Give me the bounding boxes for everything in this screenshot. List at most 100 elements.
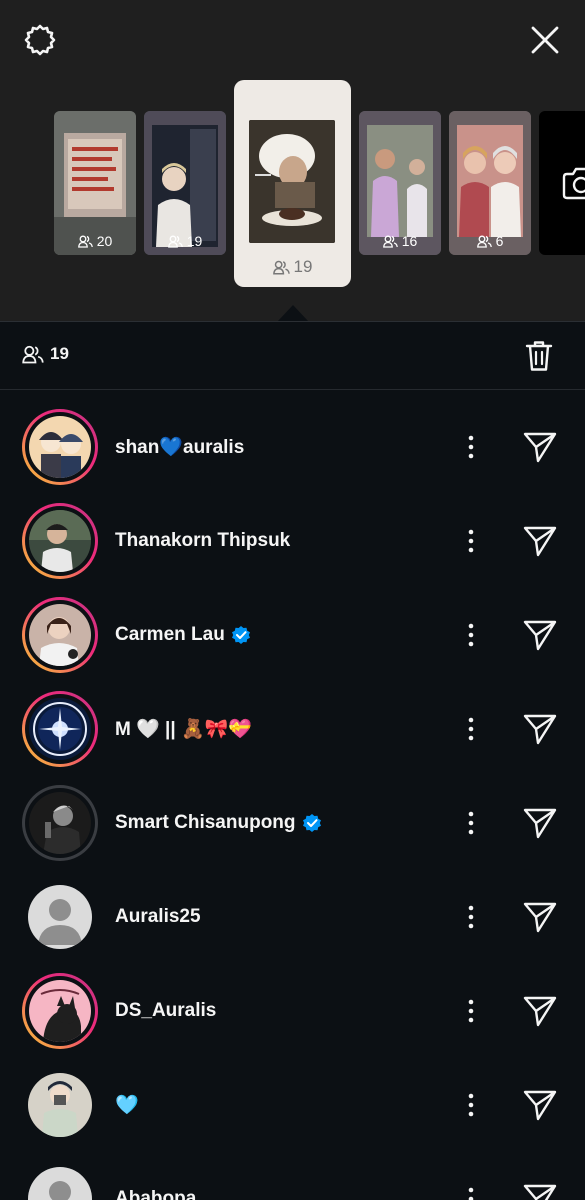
viewer-row[interactable]: Ababopa xyxy=(0,1152,585,1200)
avatar[interactable] xyxy=(22,785,98,861)
viewer-row[interactable]: shan💙auralis xyxy=(0,400,585,494)
username[interactable]: Smart Chisanupong xyxy=(115,776,322,870)
people-icon xyxy=(77,235,93,248)
username-text: M 🤍 || 🧸🎀💝 xyxy=(115,719,252,740)
username[interactable]: Auralis25 xyxy=(115,870,201,964)
add-story-button[interactable] xyxy=(539,111,585,255)
close-icon xyxy=(531,26,559,54)
more-vertical-icon xyxy=(468,529,474,553)
more-options-button[interactable] xyxy=(459,1083,483,1127)
more-vertical-icon xyxy=(468,999,474,1023)
username[interactable]: Ababopa xyxy=(115,1152,196,1200)
username[interactable]: M 🤍 || 🧸🎀💝 xyxy=(115,682,252,776)
username-text: Ababopa xyxy=(115,1188,197,1200)
avatar[interactable] xyxy=(22,1067,98,1143)
delete-story-button[interactable] xyxy=(517,334,561,378)
send-message-button[interactable] xyxy=(518,707,562,751)
people-icon xyxy=(167,235,183,248)
send-message-button[interactable] xyxy=(518,1083,562,1127)
story-viewer-header: 20 19 19 16 6 xyxy=(0,0,585,322)
viewer-row[interactable]: Smart Chisanupong xyxy=(0,776,585,870)
username-text: 🩵 xyxy=(115,1095,139,1116)
send-message-button[interactable] xyxy=(518,989,562,1033)
username[interactable]: shan💙auralis xyxy=(115,400,244,494)
more-options-button[interactable] xyxy=(459,1177,483,1200)
viewer-count-bar: 19 xyxy=(0,322,585,390)
story-thumbnail[interactable]: 6 xyxy=(449,111,531,255)
story-thumbnail[interactable]: 20 xyxy=(54,111,136,255)
more-options-button[interactable] xyxy=(459,895,483,939)
send-icon xyxy=(523,526,557,557)
username-text: Thanakorn Thipsuk xyxy=(115,530,291,551)
story-view-count: 16 xyxy=(359,233,441,249)
more-options-button[interactable] xyxy=(459,519,483,563)
story-view-count: 19 xyxy=(144,233,226,249)
send-icon xyxy=(523,620,557,651)
username[interactable]: Carmen Lau xyxy=(115,588,251,682)
send-icon xyxy=(523,714,557,745)
close-button[interactable] xyxy=(523,18,567,62)
username[interactable]: 🩵 xyxy=(115,1058,139,1152)
username-text: Smart Chisanupong xyxy=(115,812,296,833)
avatar[interactable] xyxy=(22,691,98,767)
viewer-row[interactable]: Thanakorn Thipsuk xyxy=(0,494,585,588)
more-options-button[interactable] xyxy=(459,425,483,469)
username-text: DS_Auralis xyxy=(115,1000,217,1021)
viewer-row[interactable]: M 🤍 || 🧸🎀💝 xyxy=(0,682,585,776)
story-view-count: 6 xyxy=(449,233,531,249)
more-vertical-icon xyxy=(468,1187,474,1200)
viewer-row[interactable]: 🩵 xyxy=(0,1058,585,1152)
more-options-button[interactable] xyxy=(459,989,483,1033)
username-text: Carmen Lau xyxy=(115,624,225,645)
story-view-count-text: 19 xyxy=(186,233,203,249)
more-vertical-icon xyxy=(468,717,474,741)
viewer-row[interactable]: Carmen Lau xyxy=(0,588,585,682)
avatar[interactable] xyxy=(22,973,98,1049)
send-message-button[interactable] xyxy=(518,1177,562,1200)
send-icon xyxy=(523,432,557,463)
people-icon xyxy=(22,345,44,363)
more-vertical-icon xyxy=(468,905,474,929)
username-text: shan💙auralis xyxy=(115,437,245,458)
story-view-count: 19 xyxy=(234,257,351,277)
story-thumbnail[interactable]: 16 xyxy=(359,111,441,255)
verified-badge-icon xyxy=(302,813,322,833)
send-message-button[interactable] xyxy=(518,613,562,657)
story-image xyxy=(249,120,335,243)
more-options-button[interactable] xyxy=(459,801,483,845)
avatar[interactable] xyxy=(22,409,98,485)
avatar[interactable] xyxy=(22,1161,98,1200)
viewer-row[interactable]: DS_Auralis xyxy=(0,964,585,1058)
viewer-row[interactable]: Auralis25 xyxy=(0,870,585,964)
selected-story-pointer xyxy=(277,305,309,322)
avatar[interactable] xyxy=(22,879,98,955)
username[interactable]: DS_Auralis xyxy=(115,964,216,1058)
send-icon xyxy=(523,1090,557,1121)
gear-icon xyxy=(24,24,56,56)
more-options-button[interactable] xyxy=(459,613,483,657)
more-vertical-icon xyxy=(468,623,474,647)
story-view-count-text: 20 xyxy=(96,233,113,249)
people-icon xyxy=(476,235,492,248)
story-view-count-text: 16 xyxy=(401,233,418,249)
send-message-button[interactable] xyxy=(518,425,562,469)
send-icon xyxy=(523,1184,557,1200)
settings-button[interactable] xyxy=(18,18,62,62)
story-thumbnail[interactable]: 19 xyxy=(144,111,226,255)
viewer-count-text: 19 xyxy=(50,344,69,363)
send-icon xyxy=(523,996,557,1027)
more-vertical-icon xyxy=(468,811,474,835)
username-text: Auralis25 xyxy=(115,906,201,927)
trash-icon xyxy=(525,341,553,371)
send-message-button[interactable] xyxy=(518,801,562,845)
send-message-button[interactable] xyxy=(518,895,562,939)
send-message-button[interactable] xyxy=(518,519,562,563)
more-options-button[interactable] xyxy=(459,707,483,751)
avatar[interactable] xyxy=(22,597,98,673)
story-thumbnails: 20 19 19 16 6 xyxy=(0,70,585,300)
avatar[interactable] xyxy=(22,503,98,579)
username[interactable]: Thanakorn Thipsuk xyxy=(115,494,290,588)
people-icon xyxy=(382,235,398,248)
story-thumbnail-selected[interactable]: 19 xyxy=(234,80,351,287)
more-vertical-icon xyxy=(468,435,474,459)
